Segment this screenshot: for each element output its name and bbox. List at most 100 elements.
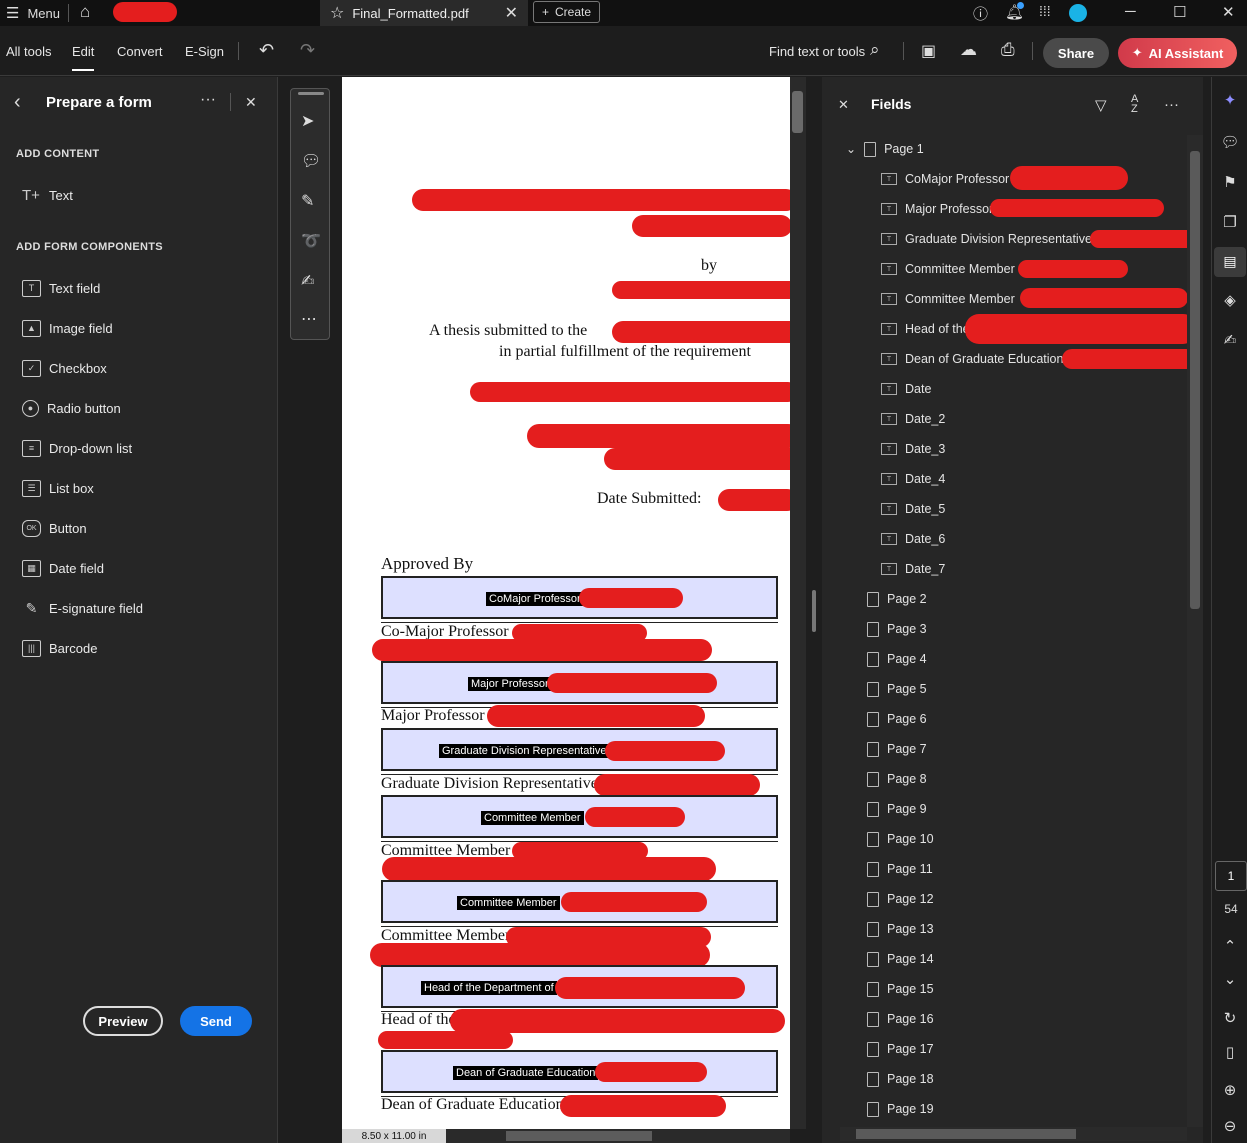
form-field-graduate-division-representative[interactable]: Graduate Division Representative: [381, 728, 778, 771]
bookmark-icon[interactable]: ⚑: [1220, 173, 1240, 193]
close-window-icon[interactable]: ✕: [1222, 3, 1235, 21]
close-panel-icon[interactable]: ✕: [245, 94, 257, 111]
tree-item-page[interactable]: Page 2: [867, 589, 927, 609]
e-signature-field-tool[interactable]: ✎ E-signature field: [22, 596, 143, 620]
tab-all-tools[interactable]: All tools: [6, 44, 52, 59]
dropdown-list-tool[interactable]: ≡ Drop-down list: [22, 436, 132, 460]
tree-item-page[interactable]: Page 17: [867, 1039, 934, 1059]
tree-item-field[interactable]: T Date_6: [881, 529, 945, 549]
current-page-input[interactable]: 1: [1215, 861, 1247, 891]
close-tab-icon[interactable]: ✕: [505, 3, 518, 23]
help-icon[interactable]: ⓘ: [973, 3, 988, 24]
search-icon[interactable]: ⌕: [870, 40, 880, 60]
tree-item-page[interactable]: Page 12: [867, 889, 934, 909]
star-icon[interactable]: ☆: [330, 3, 344, 23]
radio-button-tool[interactable]: ● Radio button: [22, 396, 121, 420]
rotate-icon[interactable]: ↻: [1220, 1009, 1240, 1029]
share-button[interactable]: Share: [1043, 38, 1109, 68]
comment-icon[interactable]: 💬︎: [1220, 133, 1240, 153]
tree-item-field[interactable]: T Head of the: [881, 319, 970, 339]
apps-grid-icon[interactable]: ⁞⁞⁞: [1039, 3, 1051, 19]
tree-item-page[interactable]: Page 10: [867, 829, 934, 849]
tree-item-field[interactable]: T CoMajor Professor: [881, 169, 1009, 189]
more-options-icon[interactable]: ···: [200, 91, 216, 109]
checkbox-tool[interactable]: ✓ Checkbox: [22, 356, 107, 380]
print-icon[interactable]: ⎙: [1001, 40, 1015, 60]
more-options-icon[interactable]: ···: [1164, 96, 1179, 113]
tree-item-page[interactable]: Page 16: [867, 1009, 934, 1029]
tree-item-page[interactable]: Page 18: [867, 1069, 934, 1089]
list-box-tool[interactable]: ☰ List box: [22, 476, 94, 500]
tree-item-field[interactable]: T Date: [881, 379, 931, 399]
maximize-icon[interactable]: ☐: [1173, 3, 1186, 21]
menu-button[interactable]: ☰ Menu: [6, 4, 60, 22]
tree-item-page[interactable]: Page 3: [867, 619, 927, 639]
document-horizontal-scrollbar[interactable]: [446, 1129, 790, 1143]
tree-item-page[interactable]: Page 8: [867, 769, 927, 789]
form-field-dean-of-graduate-education[interactable]: Dean of Graduate Education: [381, 1050, 778, 1093]
fields-vertical-scrollbar[interactable]: [1187, 135, 1203, 1127]
save-icon[interactable]: ▣: [921, 41, 936, 61]
date-field-tool[interactable]: ▦ Date field: [22, 556, 104, 580]
button-tool[interactable]: OK Button: [22, 516, 87, 540]
panel-resize-handle[interactable]: [812, 590, 816, 632]
zoom-out-icon[interactable]: ⊖: [1220, 1117, 1240, 1137]
back-chevron-icon[interactable]: ‹: [14, 91, 21, 114]
chevron-up-icon[interactable]: ⌃: [1220, 937, 1240, 957]
pen-icon[interactable]: ✎: [301, 191, 314, 211]
tree-item-page[interactable]: Page 7: [867, 739, 927, 759]
scrollbar-thumb[interactable]: [792, 91, 803, 133]
scrollbar-thumb[interactable]: [1190, 151, 1200, 609]
tree-item-field[interactable]: T Date_2: [881, 409, 945, 429]
zoom-in-icon[interactable]: ⊕: [1220, 1081, 1240, 1101]
scrollbar-thumb[interactable]: [506, 1131, 652, 1141]
tree-item-field[interactable]: T Committee Member: [881, 259, 1015, 279]
tree-item-page[interactable]: Page 6: [867, 709, 927, 729]
tree-item-page[interactable]: Page 15: [867, 979, 934, 999]
add-comment-icon[interactable]: 💬︎: [301, 151, 321, 171]
home-icon[interactable]: ⌂: [80, 2, 90, 22]
ai-assistant-button[interactable]: ✦ AI Assistant: [1118, 38, 1237, 68]
tree-item-page[interactable]: Page 9: [867, 799, 927, 819]
fields-horizontal-scrollbar[interactable]: [840, 1127, 1187, 1141]
tab-convert[interactable]: Convert: [117, 44, 163, 59]
upload-cloud-icon[interactable]: ☁: [960, 40, 977, 60]
chevron-down-icon[interactable]: ⌄: [1220, 970, 1240, 990]
form-field-committee-member-1[interactable]: Committee Member: [381, 795, 778, 838]
tree-item-page[interactable]: Page 14: [867, 949, 934, 969]
fit-page-icon[interactable]: ▯: [1220, 1043, 1240, 1063]
tree-item-page[interactable]: Page 19: [867, 1099, 934, 1119]
tree-item-field[interactable]: T Dean of Graduate Education: [881, 349, 1063, 369]
tab-edit[interactable]: Edit: [72, 44, 95, 71]
tree-item-field[interactable]: T Date_5: [881, 499, 945, 519]
tree-item-field[interactable]: T Date_4: [881, 469, 945, 489]
scrollbar-thumb[interactable]: [856, 1129, 1076, 1139]
close-fields-panel-icon[interactable]: ✕: [838, 97, 849, 113]
document-vertical-scrollbar[interactable]: [790, 77, 806, 1129]
document-tab[interactable]: ☆ Final_Formatted.pdf ✕: [320, 0, 528, 26]
send-button[interactable]: Send: [180, 1006, 252, 1036]
find-text-or-tools[interactable]: Find text or tools: [769, 44, 865, 59]
layers-icon[interactable]: ◈: [1220, 291, 1240, 311]
tree-item-page[interactable]: Page 5: [867, 679, 927, 699]
redo-icon[interactable]: ↷: [300, 40, 315, 61]
preview-button[interactable]: Preview: [83, 1006, 163, 1036]
form-field-major-professor[interactable]: Major Professor: [381, 661, 778, 704]
tree-item-page[interactable]: Page 11: [867, 859, 933, 879]
text-tool[interactable]: T+ Text: [22, 183, 73, 207]
tree-item-page-1[interactable]: ⌄ Page 1: [846, 139, 924, 159]
tree-item-page[interactable]: Page 4: [867, 649, 927, 669]
pages-icon[interactable]: ❐: [1220, 213, 1240, 233]
form-field-head-of-department[interactable]: Head of the Department of: [381, 965, 778, 1008]
tree-item-field[interactable]: T Date_7: [881, 559, 945, 579]
tab-e-sign[interactable]: E-Sign: [185, 44, 224, 59]
create-button[interactable]: + Create: [533, 1, 601, 23]
ai-summary-icon[interactable]: ✦: [1220, 91, 1240, 111]
select-cursor-icon[interactable]: ➤: [301, 111, 314, 131]
chevron-down-icon[interactable]: ⌄: [846, 142, 856, 156]
tree-item-field[interactable]: T Major Professor: [881, 199, 993, 219]
lasso-icon[interactable]: ➰: [301, 231, 321, 251]
grip-handle[interactable]: [298, 92, 324, 95]
tree-item-field[interactable]: T Date_3: [881, 439, 945, 459]
fill-sign-icon[interactable]: ✍: [1220, 331, 1240, 351]
